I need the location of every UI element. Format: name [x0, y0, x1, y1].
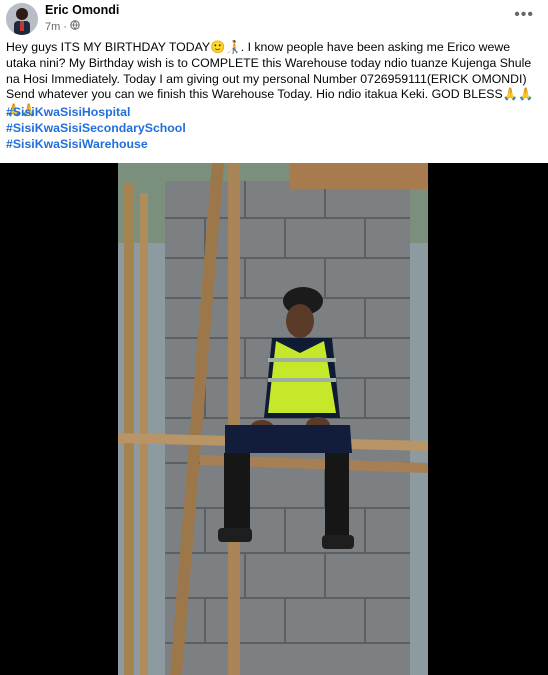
hashtag-hospital[interactable]: #SisiKwaSisiHospital	[6, 105, 186, 121]
avatar[interactable]	[6, 3, 38, 35]
author-name[interactable]: Eric Omondi	[45, 3, 119, 17]
post-video[interactable]	[0, 163, 548, 675]
meta-separator: ·	[63, 20, 67, 33]
avatar-image	[6, 3, 38, 35]
post-time[interactable]: 7m	[45, 21, 60, 33]
walking-emoji: 🧑‍🦯	[225, 40, 241, 54]
more-options-icon[interactable]: •••	[514, 6, 534, 24]
post-text-intro: Hey guys ITS MY BIRTHDAY TODAY	[6, 40, 211, 54]
hashtag-secondary-school[interactable]: #SisiKwaSisiSecondarySchool	[6, 121, 186, 137]
post-header: Eric Omondi 7m · •••	[0, 0, 548, 38]
post-meta: 7m ·	[45, 20, 80, 33]
hashtag-list: #SisiKwaSisiHospital #SisiKwaSisiSeconda…	[6, 105, 186, 152]
hashtag-warehouse[interactable]: #SisiKwaSisiWarehouse	[6, 137, 186, 153]
smile-emoji: 🙂	[210, 40, 226, 54]
globe-icon	[70, 20, 80, 33]
video-frame	[0, 163, 548, 675]
